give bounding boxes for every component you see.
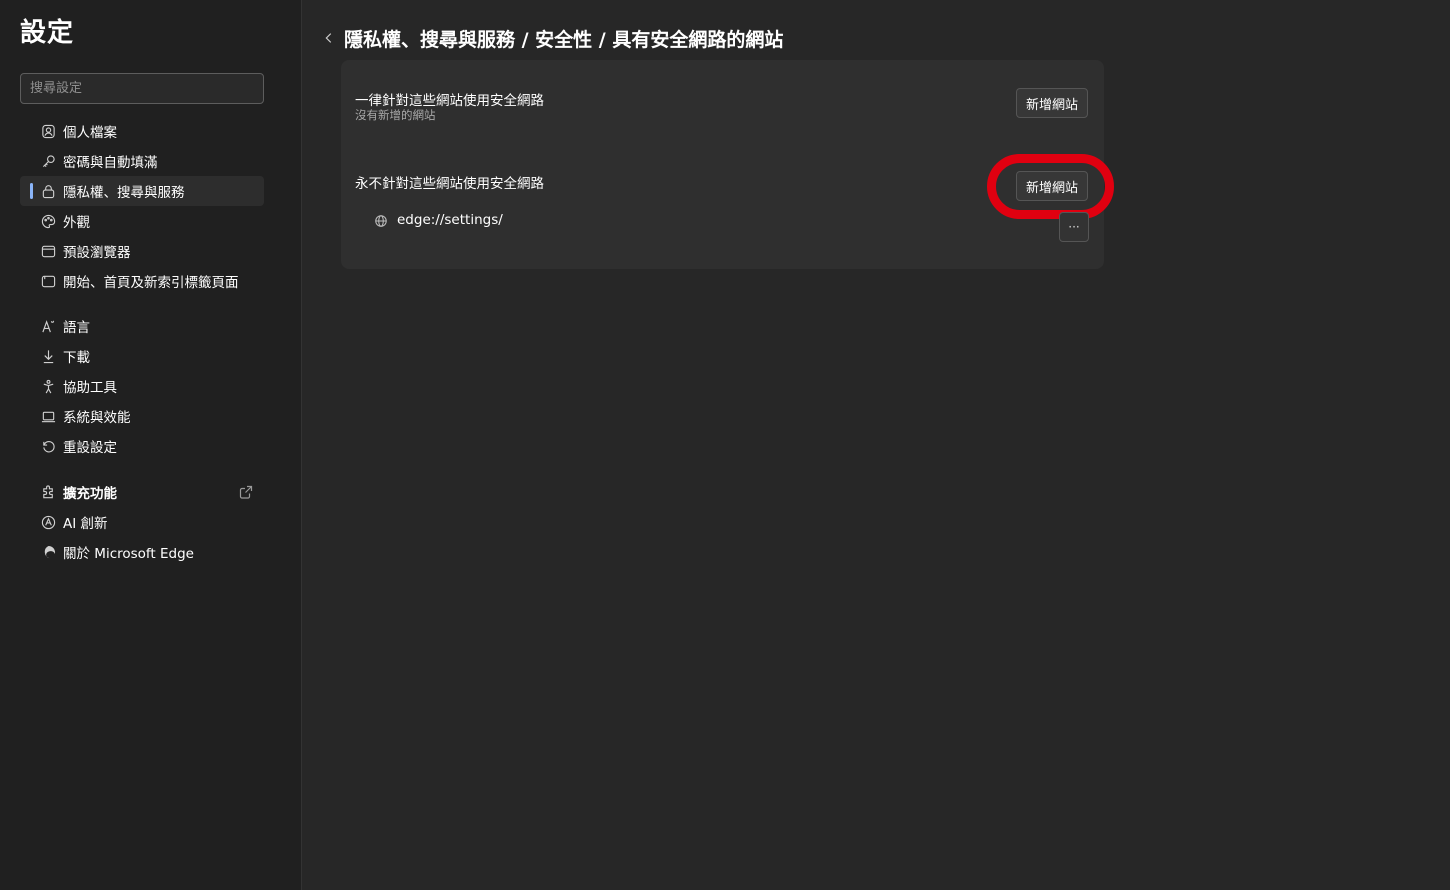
sidebar-item-label: 協助工具	[63, 380, 117, 396]
sidebar-item-label: 擴充功能	[63, 486, 117, 502]
sidebar-item-label: 密碼與自動填滿	[63, 155, 158, 171]
laptop-icon	[40, 408, 56, 424]
sidebar-item-label: 預設瀏覽器	[63, 245, 131, 261]
sidebar-item-label: 語言	[63, 320, 90, 336]
always-use-subtitle: 沒有新增的網站	[355, 108, 436, 122]
sidebar-item-profile[interactable]: 個人檔案	[20, 116, 264, 146]
browser-icon	[40, 243, 56, 259]
ai-icon	[40, 514, 56, 530]
sidebar-item-accessibility[interactable]: 協助工具	[20, 371, 264, 401]
lock-icon	[40, 183, 56, 199]
search-input[interactable]	[21, 74, 263, 103]
palette-icon	[40, 213, 56, 229]
settings-app: 設定 個人檔案 密碼與自動填滿 隱私權、搜尋與服務 外	[0, 0, 1450, 890]
never-use-title: 永不針對這些網站使用安全網路	[355, 176, 544, 192]
sidebar-item-label: 隱私權、搜尋與服務	[63, 185, 185, 201]
key-icon	[40, 153, 56, 169]
sidebar-item-start-home[interactable]: 開始、首頁及新索引標籤頁面	[20, 266, 264, 296]
list-item: edge://settings/	[374, 212, 503, 228]
language-icon	[40, 318, 56, 334]
sidebar-item-label: 下載	[63, 350, 90, 366]
page-title: 設定	[20, 18, 75, 48]
reset-icon	[40, 438, 56, 454]
sidebar-item-default-browser[interactable]: 預設瀏覽器	[20, 236, 264, 266]
sidebar-item-ai-innovations[interactable]: AI 創新	[20, 507, 264, 537]
sidebar-item-languages[interactable]: 語言	[20, 311, 264, 341]
sidebar-item-extensions[interactable]: 擴充功能	[20, 477, 264, 507]
sidebar-item-label: 個人檔案	[63, 125, 117, 141]
sidebar-item-label: 外觀	[63, 215, 90, 231]
sidebar-item-label: AI 創新	[63, 516, 108, 532]
sidebar-item-downloads[interactable]: 下載	[20, 341, 264, 371]
always-use-title: 一律針對這些網站使用安全網路	[355, 93, 544, 109]
sidebar-item-system[interactable]: 系統與效能	[20, 401, 264, 431]
breadcrumb: 隱私權、搜尋與服務 / 安全性 / 具有安全網路的網站	[320, 22, 783, 54]
sidebar-item-about-edge[interactable]: 關於 Microsoft Edge	[20, 537, 264, 567]
sidebar-item-label: 重設設定	[63, 440, 117, 456]
never-add-site-button[interactable]: 新增網站	[1016, 171, 1089, 201]
more-options-button[interactable]: ···	[1059, 212, 1089, 242]
sidebar-item-passwords[interactable]: 密碼與自動填滿	[20, 146, 264, 176]
puzzle-icon	[40, 484, 56, 500]
sidebar: 設定 個人檔案 密碼與自動填滿 隱私權、搜尋與服務 外	[0, 0, 302, 890]
globe-icon	[374, 213, 388, 227]
home-page-icon	[40, 273, 56, 289]
search-box[interactable]	[20, 73, 264, 104]
site-url: edge://settings/	[397, 212, 503, 228]
sidebar-item-appearance[interactable]: 外觀	[20, 206, 264, 236]
sidebar-item-label: 系統與效能	[63, 410, 131, 426]
breadcrumb-text: 隱私權、搜尋與服務 / 安全性 / 具有安全網路的網站	[344, 28, 784, 51]
back-arrow-icon[interactable]	[320, 29, 338, 47]
sidebar-item-privacy[interactable]: 隱私權、搜尋與服務	[20, 176, 264, 206]
sidebar-item-label: 關於 Microsoft Edge	[63, 546, 194, 562]
sidebar-item-reset[interactable]: 重設設定	[20, 431, 264, 461]
edge-logo-icon	[40, 544, 56, 560]
download-icon	[40, 348, 56, 364]
profile-icon	[40, 123, 56, 139]
external-link-icon[interactable]	[238, 484, 254, 500]
sidebar-item-label: 開始、首頁及新索引標籤頁面	[63, 275, 239, 291]
always-add-site-button[interactable]: 新增網站	[1016, 88, 1089, 118]
accessibility-icon	[40, 378, 56, 394]
